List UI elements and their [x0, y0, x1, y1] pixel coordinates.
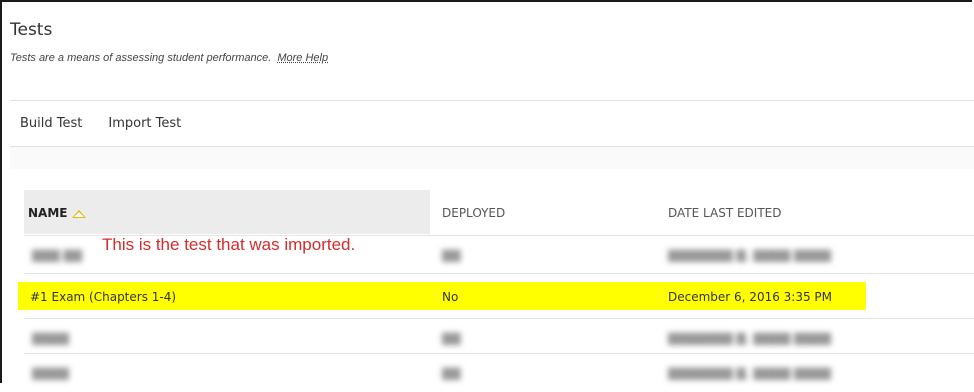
blurred-name-cell: ▇▇▇▇ — [32, 366, 69, 380]
table-row[interactable]: ▇▇▇▇ ▇▇ ▇▇▇▇▇▇▇ ▇, ▇▇▇▇ ▇▇▇▇ — [24, 353, 974, 392]
blurred-date-cell: ▇▇▇▇▇▇▇ ▇, ▇▇▇▇ ▇▇▇▇ — [668, 366, 831, 380]
panel-background — [10, 147, 974, 169]
import-test-button[interactable]: Import Test — [108, 116, 181, 131]
more-help-link[interactable]: More Help — [277, 52, 328, 64]
blurred-deployed-cell: ▇▇ — [442, 331, 461, 345]
deployed-value: No — [442, 290, 459, 304]
blurred-deployed-cell: ▇▇ — [442, 366, 461, 380]
page-description: Tests are a means of assessing student p… — [10, 52, 328, 64]
blurred-deployed-cell: ▇▇ — [442, 248, 461, 262]
test-name-link[interactable]: #1 Exam (Chapters 1-4) — [30, 290, 176, 304]
build-test-button[interactable]: Build Test — [20, 116, 82, 131]
blurred-date-cell: ▇▇▇▇▇▇▇ ▇, ▇▇▇▇ ▇▇▇▇ — [668, 331, 831, 345]
deployed-column-header[interactable]: DEPLOYED — [442, 206, 505, 220]
date-value: December 6, 2016 3:35 PM — [668, 290, 833, 304]
action-bar: Build Test Import Test — [20, 116, 181, 131]
blurred-date-cell: ▇▇▇▇▇▇▇ ▇, ▇▇▇▇ ▇▇▇▇ — [668, 248, 831, 262]
sort-ascending-icon[interactable] — [72, 210, 87, 218]
divider — [10, 100, 974, 101]
table-row[interactable]: ▇▇▇▇ ▇▇ ▇▇▇▇▇▇▇ ▇, ▇▇▇▇ ▇▇▇▇ — [24, 318, 974, 357]
date-column-header[interactable]: DATE LAST EDITED — [668, 206, 781, 220]
blurred-name-cell: ▇▇▇▇ — [32, 331, 69, 345]
page-header: Tests — [10, 20, 52, 40]
name-column-label: NAME — [28, 206, 68, 220]
name-column-header[interactable]: NAME — [28, 206, 87, 220]
description-text: Tests are a means of assessing student p… — [10, 52, 272, 64]
annotation-callout: This is the test that was imported. — [102, 235, 356, 254]
blurred-name-cell: ▇▇▇ ▇▇ — [32, 248, 82, 262]
page-title: Tests — [10, 20, 53, 40]
table-header: NAME DEPLOYED DATE LAST EDITED — [24, 190, 974, 234]
